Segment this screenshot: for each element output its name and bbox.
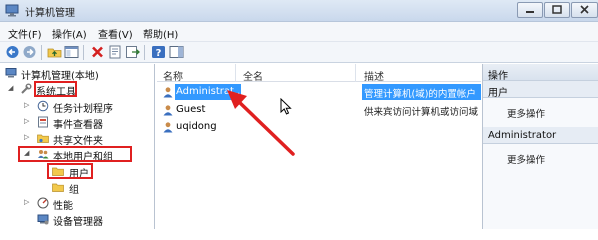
console-tree: 计算机管理(本地) ◢ 系统工具 ▷ 任务计划程序 ▷ 事件查看器 ▷ 共享文件… — [0, 64, 155, 229]
expand-arrow-icon[interactable]: ▷ — [24, 101, 29, 109]
help-icon[interactable]: ? — [151, 45, 166, 59]
expand-arrow-icon[interactable]: ▷ — [24, 198, 29, 206]
actions-section-header[interactable]: 用户 — [483, 81, 598, 99]
tree-item-label: 组 — [69, 185, 79, 196]
user-icon — [163, 105, 173, 116]
svg-text:?: ? — [156, 48, 162, 59]
delete-icon[interactable] — [90, 45, 105, 59]
user-list-pane: 名称 全名 描述 Administrat... 管理计算机(域)的内置帐户 Gu… — [157, 64, 481, 229]
actions-section-label: Administrator — [488, 130, 557, 141]
annotation-arrow-icon — [227, 90, 295, 156]
column-header-fullname[interactable]: 全名 — [243, 68, 263, 83]
table-row[interactable]: uqidong — [157, 119, 481, 135]
user-name: uqidong — [176, 121, 217, 132]
tree-item-system-tools[interactable]: ◢ 系统工具 — [0, 82, 155, 98]
window-title: 计算机管理 — [25, 8, 75, 19]
computer-management-icon — [5, 4, 19, 17]
actions-section-label: 用户 — [488, 88, 508, 99]
expand-arrow-icon[interactable]: ▷ — [24, 117, 29, 125]
tree-item-device-manager[interactable]: 设备管理器 — [0, 212, 155, 228]
user-description: 供来宾访问计算机或访问域 — [364, 107, 479, 118]
tree-item-label: 事件查看器 — [53, 120, 103, 131]
tree-item-task-scheduler[interactable]: ▷ 任务计划程序 — [0, 99, 155, 115]
mouse-cursor-icon — [280, 98, 292, 115]
column-divider[interactable] — [355, 64, 356, 82]
menu-help[interactable]: 帮助(H) — [143, 26, 178, 41]
toolbar: ? — [0, 42, 598, 63]
up-folder-icon[interactable] — [47, 45, 62, 59]
annotation-box-system-tools — [34, 81, 77, 97]
user-icon — [163, 122, 173, 133]
tree-item-performance[interactable]: ▷ 性能 — [0, 196, 155, 212]
computer-icon — [5, 68, 17, 78]
tree-item-computer-management[interactable]: 计算机管理(本地) — [0, 66, 155, 82]
more-actions-link[interactable]: 更多操作 — [507, 152, 545, 166]
export-icon[interactable] — [125, 45, 140, 59]
user-name: Guest — [176, 104, 206, 115]
minimize-button[interactable] — [517, 2, 543, 18]
folder-icon — [52, 183, 64, 192]
maximize-button[interactable] — [544, 2, 570, 18]
menu-action[interactable]: 操作(A) — [52, 26, 87, 41]
menu-view[interactable]: 查看(V) — [98, 26, 133, 41]
menu-file[interactable]: 文件(F) — [8, 26, 42, 41]
toolbar-separator — [41, 45, 42, 60]
actions-pane: 操作 用户 更多操作 Administrator 更多操作 — [482, 64, 598, 229]
maximize-icon — [552, 5, 562, 14]
close-button[interactable] — [571, 2, 598, 18]
column-header-description[interactable]: 描述 — [364, 68, 384, 83]
tree-item-event-viewer[interactable]: ▷ 事件查看器 — [0, 115, 155, 131]
column-divider[interactable] — [235, 64, 236, 82]
user-icon — [163, 87, 173, 98]
user-description: 管理计算机(域)的内置帐户 — [364, 89, 476, 100]
shared-folder-icon — [37, 134, 49, 143]
actions-title-header: 操作 — [483, 64, 598, 82]
toolbar-separator — [144, 45, 145, 60]
annotation-box-local-users — [18, 146, 132, 162]
performance-icon — [37, 197, 49, 209]
expand-arrow-icon[interactable]: ◢ — [8, 84, 13, 92]
annotation-box-users — [47, 163, 93, 179]
actions-title: 操作 — [488, 71, 508, 82]
title-bar: 计算机管理 — [0, 0, 598, 22]
tree-item-label: 共享文件夹 — [53, 136, 103, 147]
tree-item-label: 任务计划程序 — [53, 104, 113, 115]
event-viewer-icon — [38, 116, 48, 128]
action-pane-icon[interactable] — [169, 45, 184, 59]
close-icon — [580, 5, 589, 14]
tree-item-label: 性能 — [53, 201, 73, 212]
device-manager-icon — [37, 214, 49, 225]
tree-item-label: 计算机管理(本地) — [21, 71, 99, 82]
list-header: 名称 全名 描述 — [157, 64, 481, 83]
tree-item-label: 设备管理器 — [53, 217, 103, 228]
properties-icon[interactable] — [108, 45, 123, 59]
show-hide-tree-icon[interactable] — [64, 45, 79, 59]
table-row[interactable]: Administrat... 管理计算机(域)的内置帐户 — [157, 84, 481, 100]
more-actions-link[interactable]: 更多操作 — [507, 106, 545, 120]
minimize-icon — [526, 11, 534, 13]
back-icon[interactable] — [5, 45, 20, 59]
toolbar-separator — [83, 45, 84, 60]
actions-section-header[interactable]: Administrator — [483, 127, 598, 144]
table-row[interactable]: Guest 供来宾访问计算机或访问域 — [157, 102, 481, 118]
column-header-name[interactable]: 名称 — [163, 68, 183, 83]
menu-bar: 文件(F) 操作(A) 查看(V) 帮助(H) — [0, 22, 598, 42]
clock-icon — [37, 100, 49, 112]
tree-item-shared-folders[interactable]: ▷ 共享文件夹 — [0, 131, 155, 147]
tree-item-groups[interactable]: 组 — [0, 180, 155, 196]
forward-icon[interactable] — [22, 45, 37, 59]
expand-arrow-icon[interactable]: ▷ — [24, 133, 29, 141]
tools-icon — [21, 83, 32, 94]
